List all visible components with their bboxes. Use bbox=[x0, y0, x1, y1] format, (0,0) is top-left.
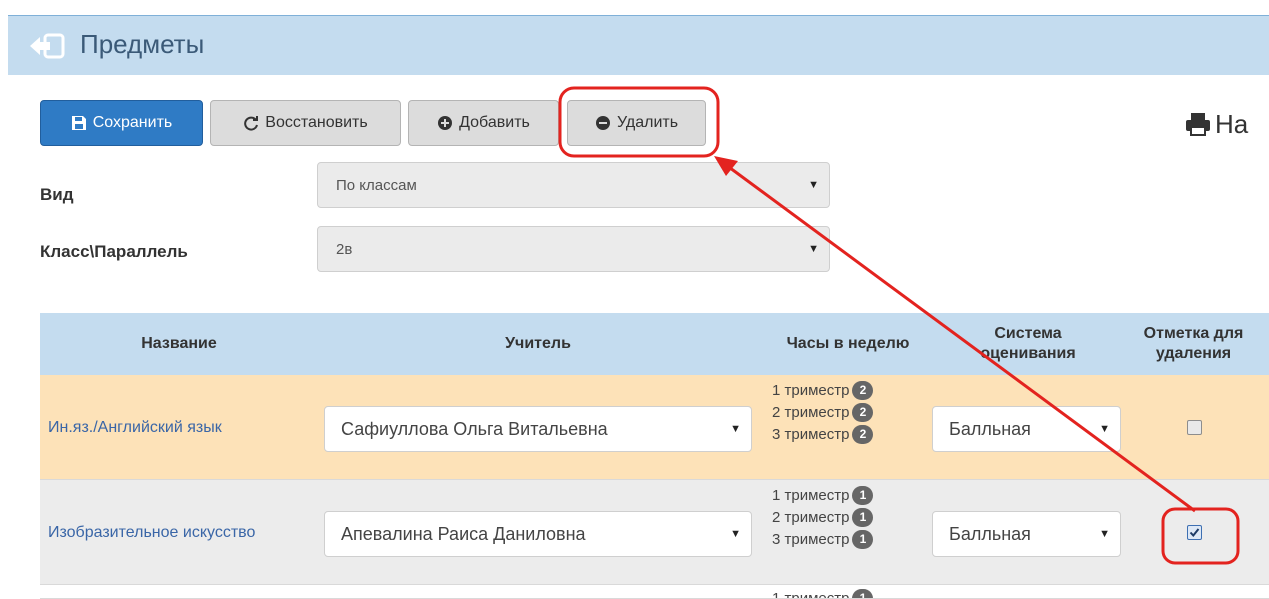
printer-icon bbox=[1186, 113, 1210, 136]
hours-line: 1 триместр 1 bbox=[772, 587, 942, 599]
hours-per-week: 1 триместр 1 2 триместр 1 3 триместр 1 bbox=[772, 484, 942, 550]
grading-select-value: Балльная bbox=[949, 418, 1031, 439]
subject-name[interactable]: Изобразительное искусство bbox=[48, 480, 255, 585]
chevron-down-icon: ▼ bbox=[730, 528, 741, 540]
chevron-down-icon: ▼ bbox=[1099, 423, 1110, 435]
save-button[interactable]: Сохранить bbox=[40, 100, 203, 146]
delete-mark-checkbox[interactable] bbox=[1187, 525, 1202, 540]
column-header-teacher: Учитель bbox=[505, 335, 571, 352]
back-arrow-icon[interactable] bbox=[28, 32, 66, 60]
restore-button-label: Восстановить bbox=[265, 114, 368, 131]
hours-line: 1 триместр 1 bbox=[772, 484, 942, 506]
plus-circle-icon bbox=[438, 116, 453, 130]
hours-per-week: 1 триместр 2 2 триместр 2 3 триместр 2 bbox=[772, 379, 942, 445]
hours-line: 2 триместр 1 bbox=[772, 506, 942, 528]
term-label: 2 триместр bbox=[772, 403, 850, 421]
delete-button[interactable]: Удалить bbox=[567, 100, 706, 146]
refresh-icon bbox=[244, 116, 259, 131]
table-header: Название Учитель Часы в неделю Система о… bbox=[40, 313, 1269, 375]
minus-circle-icon bbox=[595, 116, 610, 130]
hours-badge: 1 bbox=[852, 529, 874, 549]
floppy-disk-icon bbox=[71, 116, 86, 130]
class-label: Класс\Параллель bbox=[40, 242, 188, 261]
chevron-down-icon: ▼ bbox=[1099, 528, 1110, 540]
top-strip bbox=[0, 0, 1269, 15]
hours-line: 3 триместр 1 bbox=[772, 528, 942, 550]
page-header: Предметы bbox=[8, 15, 1269, 75]
teacher-select-value: Сафиуллова Ольга Витальевна bbox=[341, 418, 608, 439]
term-label: 2 триместр bbox=[772, 508, 850, 526]
hours-line: 1 триместр 2 bbox=[772, 379, 942, 401]
subject-name[interactable]: Ин.яз./Английский язык bbox=[48, 375, 222, 480]
hours-badge: 2 bbox=[852, 424, 874, 444]
class-select-value: 2в bbox=[336, 240, 353, 258]
restore-button[interactable]: Восстановить bbox=[210, 100, 401, 146]
column-header-name: Название bbox=[141, 335, 217, 352]
delete-button-label: Удалить bbox=[616, 114, 679, 131]
print-button[interactable]: На bbox=[1185, 104, 1248, 144]
chevron-down-icon: ▼ bbox=[808, 243, 819, 255]
teacher-select[interactable]: Апевалина Раиса Даниловна ▼ bbox=[324, 511, 752, 557]
table-row: Ин.яз./Английский язык Сафиуллова Ольга … bbox=[40, 375, 1269, 480]
add-button[interactable]: Добавить bbox=[408, 100, 559, 146]
column-header-grading: Система оценивания bbox=[980, 325, 1076, 362]
table-row: 1 триместр 1 bbox=[40, 585, 1269, 599]
teacher-select[interactable]: Сафиуллова Ольга Витальевна ▼ bbox=[324, 406, 752, 452]
grading-select[interactable]: Балльная ▼ bbox=[932, 406, 1121, 452]
hours-badge: 2 bbox=[852, 380, 874, 400]
term-label: 3 триместр bbox=[772, 530, 850, 548]
term-label: 1 триместр bbox=[772, 381, 850, 399]
column-header-hours: Часы в неделю bbox=[786, 335, 910, 352]
grading-select[interactable]: Балльная ▼ bbox=[932, 511, 1121, 557]
term-label: 1 триместр bbox=[772, 589, 850, 599]
add-button-label: Добавить bbox=[459, 114, 530, 131]
hours-badge: 1 bbox=[852, 507, 874, 527]
chevron-down-icon: ▼ bbox=[730, 423, 741, 435]
column-header-delete-mark: Отметка для удаления bbox=[1143, 325, 1244, 362]
hours-per-week: 1 триместр 1 bbox=[772, 585, 942, 599]
hours-badge: 1 bbox=[852, 485, 874, 505]
view-select-value: По классам bbox=[336, 176, 417, 194]
grading-select-value: Балльная bbox=[949, 523, 1031, 544]
hours-line: 3 триместр 2 bbox=[772, 423, 942, 445]
save-button-label: Сохранить bbox=[92, 114, 173, 131]
hours-badge: 2 bbox=[852, 402, 874, 422]
view-label: Вид bbox=[40, 185, 74, 204]
view-select[interactable]: По классам ▼ bbox=[317, 162, 830, 208]
teacher-select-value: Апевалина Раиса Даниловна bbox=[341, 523, 586, 544]
print-button-label: На bbox=[1215, 108, 1249, 139]
term-label: 3 триместр bbox=[772, 425, 850, 443]
delete-mark-checkbox[interactable] bbox=[1187, 420, 1202, 435]
page-title: Предметы bbox=[80, 29, 205, 59]
chevron-down-icon: ▼ bbox=[808, 179, 819, 191]
hours-badge: 1 bbox=[852, 588, 874, 598]
hours-line: 2 триместр 2 bbox=[772, 401, 942, 423]
term-label: 1 триместр bbox=[772, 486, 850, 504]
class-select[interactable]: 2в ▼ bbox=[317, 226, 830, 272]
checkmark-icon bbox=[1189, 528, 1200, 538]
table-row: Изобразительное искусство Апевалина Раис… bbox=[40, 480, 1269, 585]
